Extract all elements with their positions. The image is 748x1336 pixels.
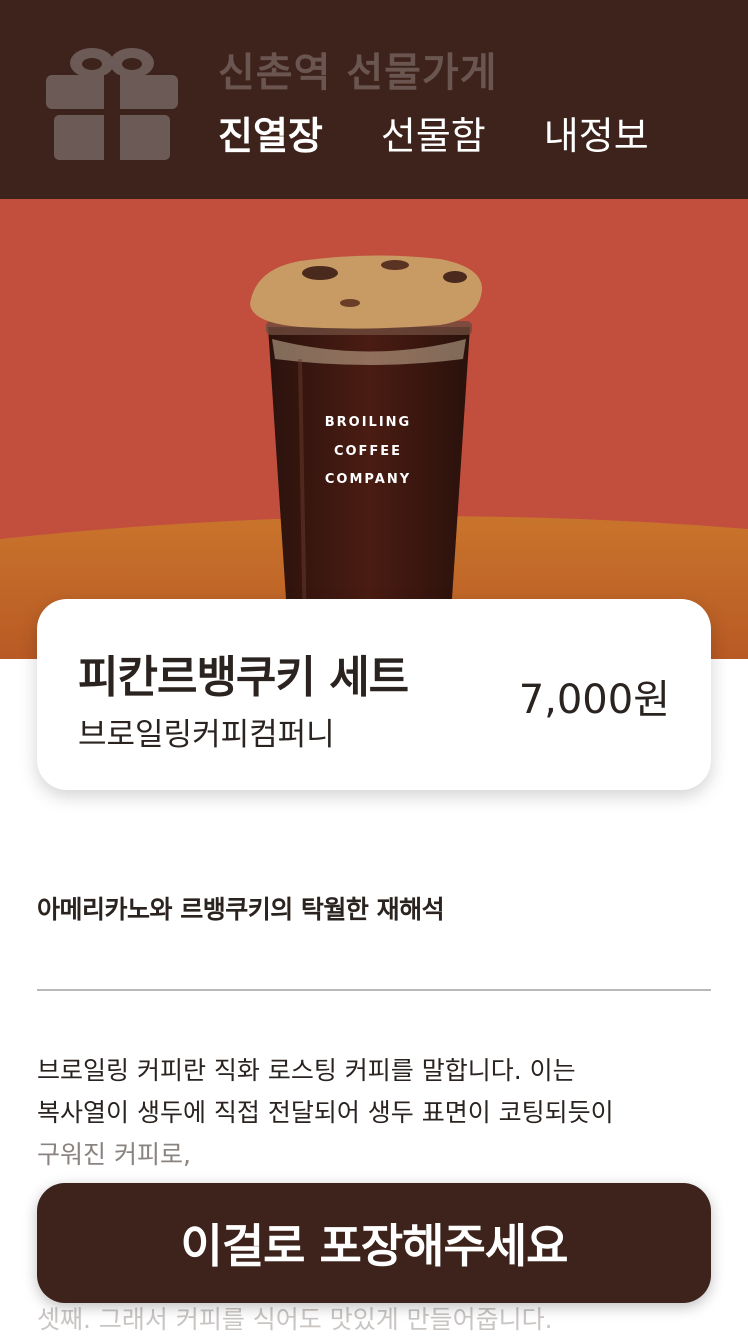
app-header: 신촌역 선물가게 진열장 선물함 내정보 — [0, 0, 748, 199]
product-card: 피칸르뱅쿠키 세트 브로일링커피컴퍼니 7,000원 — [37, 599, 711, 790]
brand-name: 브로일링커피컴퍼니 — [78, 717, 335, 753]
gift-icon — [46, 48, 178, 160]
nav-tabs: 진열장 선물함 내정보 — [218, 112, 707, 160]
description-line-2: 복사열이 생두에 직접 전달되어 생두 표면이 코팅되듯이 — [37, 1098, 614, 1127]
wrap-order-button-label: 이걸로 포장해주세요 — [180, 1219, 569, 1273]
tab-my-info[interactable]: 내정보 — [544, 112, 649, 160]
wrap-order-button[interactable]: 이걸로 포장해주세요 — [37, 1183, 711, 1303]
description-line-3: 구워진 커피로, — [37, 1140, 191, 1169]
description-line-bottom: 셋째. 그래서 커피를 식어도 맛있게 만들어줍니다. — [37, 1305, 553, 1334]
product-price: 7,000원 — [518, 677, 670, 723]
cup-brand-line-1: BROILING — [325, 415, 411, 430]
divider — [37, 989, 711, 991]
product-headline: 아메리카노와 르뱅쿠키의 탁월한 재해석 — [37, 895, 445, 924]
cup-brand-line-2: COFFEE — [334, 444, 402, 459]
cup-brand-line-3: COMPANY — [325, 472, 411, 487]
tab-showcase[interactable]: 진열장 — [218, 112, 323, 160]
tab-gift-box[interactable]: 선물함 — [381, 112, 486, 160]
store-title: 신촌역 선물가게 — [218, 50, 498, 96]
product-description: 브로일링 커피란 직화 로스팅 커피를 말합니다. 이는 복사열이 생두에 직접… — [37, 1050, 717, 1176]
product-name: 피칸르뱅쿠키 세트 — [78, 652, 409, 703]
product-image: BROILING COFFEE COMPANY — [0, 199, 748, 659]
description-line-1: 브로일링 커피란 직화 로스팅 커피를 말합니다. 이는 — [37, 1056, 576, 1085]
